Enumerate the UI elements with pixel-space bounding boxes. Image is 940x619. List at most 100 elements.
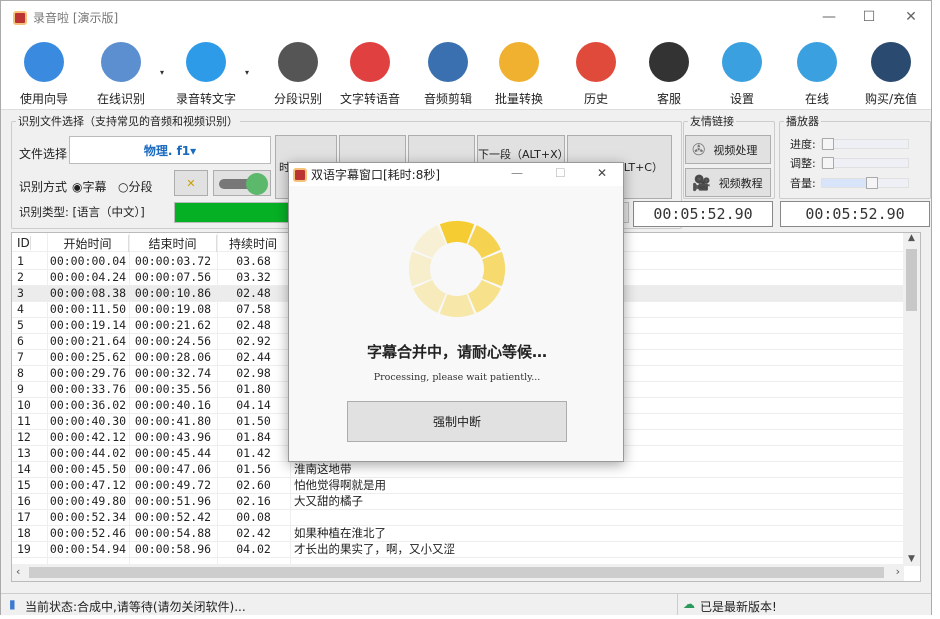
scroll-thumb[interactable] (906, 249, 917, 311)
scissors-icon (428, 42, 468, 82)
table-cell: 02.48 (236, 318, 271, 332)
table-cell: 19 (17, 542, 31, 556)
column-header: 开始时间 (47, 234, 129, 252)
table-cell: 00:00:40.30 (49, 414, 127, 428)
maximize-button[interactable]: ☐ (859, 9, 879, 25)
toolbar-button-11[interactable]: 在线 (782, 38, 852, 107)
status-text: 当前状态:合成中,请等待(请勿关闭软件)... (25, 600, 246, 614)
table-row[interactable]: 17 00:00:52.34 00:00:52.42 00.08 (12, 509, 904, 526)
video-process-label: 视频处理 (713, 143, 758, 157)
title-bar: 录音啦 [演示版] — ☐ ✕ (1, 1, 931, 34)
file-select-label: 文件选择 (19, 147, 68, 161)
dialog-maximize-button[interactable]: ☐ (555, 166, 566, 180)
toolbar-label: 音频剪辑 (423, 92, 472, 106)
table-cell: 02.16 (236, 494, 271, 508)
scroll-left-icon[interactable]: ‹ (16, 565, 20, 578)
table-cell: 才长出的果实了，啊，又小又涩 (294, 542, 455, 556)
dialog-title: 双语字幕窗口[耗时:8秒] (311, 168, 441, 182)
dropdown-arrow-icon[interactable]: ▾ (160, 68, 164, 77)
toolbar-button-8[interactable]: 历史 (561, 38, 631, 107)
toolbar-label: 客服 (656, 92, 681, 106)
table-row[interactable]: 15 00:00:47.12 00:00:49.72 02.60 怕他觉得啊就是用 (12, 477, 904, 494)
cloud-icon: ☁ (683, 597, 695, 611)
table-cell: 01.42 (236, 446, 271, 460)
video-tutorial-button[interactable]: 🎥 视频教程 (685, 168, 771, 197)
window-title: 录音啦 [演示版] (33, 11, 119, 25)
table-cell: 00:00:49.72 (134, 478, 212, 492)
microphone-icon (101, 42, 141, 82)
table-cell: 00:00:47.12 (49, 478, 127, 492)
table-row[interactable]: 16 00:00:49.80 00:00:51.96 02.16 大又甜的橘子 (12, 493, 904, 510)
toolbar-button-10[interactable]: 设置 (707, 38, 777, 107)
dollar-icon (871, 42, 911, 82)
type-label: 识别类型: [语言（中文）] (19, 204, 145, 220)
force-abort-button[interactable]: 强制中断 (347, 401, 567, 442)
table-cell: 12 (17, 430, 31, 444)
slider-thumb[interactable] (822, 157, 834, 169)
dropdown-arrow-icon[interactable]: ▾ (245, 68, 249, 77)
file-select-dropdown[interactable]: 物理. f1▾ (69, 136, 271, 164)
slider-thumb[interactable] (822, 138, 834, 150)
toolbar-label: 购买/充值 (864, 92, 918, 106)
scroll-up-icon[interactable]: ▲ (903, 233, 920, 243)
scroll-down-icon[interactable]: ▼ (903, 554, 920, 564)
toolbar-button-5[interactable]: 文字转语音 (335, 38, 405, 107)
slider-thumb[interactable] (866, 177, 879, 189)
minimize-button[interactable]: — (819, 9, 839, 25)
table-cell: 00:00:44.02 (49, 446, 127, 460)
toolbar-button-3[interactable]: 录音转文字 (171, 38, 241, 107)
progress-slider[interactable] (821, 138, 909, 150)
table-cell: 16 (17, 494, 31, 508)
table-cell: 15 (17, 478, 31, 492)
toolbar-label: 设置 (729, 92, 754, 106)
navigation-arrow-icon (24, 42, 64, 82)
table-cell: 00:00:52.42 (134, 510, 212, 524)
dialog-minimize-button[interactable]: — (511, 166, 523, 180)
hscroll-thumb[interactable] (29, 567, 884, 578)
table-row[interactable]: 18 00:00:52.46 00:00:54.88 02.42 如果种植在淮北了 (12, 525, 904, 542)
toolbar-button-12[interactable]: 购买/充值 (856, 38, 926, 107)
table-cell: 00:00:45.50 (49, 462, 127, 476)
close-button[interactable]: ✕ (901, 9, 921, 25)
toolbar-button-9[interactable]: 客服 (634, 38, 704, 107)
video-process-button[interactable]: ✇ 视频处理 (685, 135, 771, 164)
toolbar-label: 文字转语音 (339, 92, 400, 106)
mode-radio-segment[interactable]: ○分段 (118, 178, 153, 195)
radio-label: 字幕 (82, 180, 107, 194)
table-cell: 00:00:04.24 (49, 270, 127, 284)
dialog-close-button[interactable]: ✕ (597, 166, 607, 180)
table-cell: 04.02 (236, 542, 271, 556)
table-cell: 00:00:35.56 (134, 382, 212, 396)
scroll-right-icon[interactable]: › (896, 565, 900, 578)
table-cell: 04.14 (236, 398, 271, 412)
megaphone-icon (350, 42, 390, 82)
table-cell: 8 (17, 366, 24, 380)
toolbar-button-2[interactable]: 在线识别 (86, 38, 156, 107)
table-cell: 00:00:43.96 (134, 430, 212, 444)
table-cell: 大又甜的橘子 (294, 494, 363, 508)
toolbar-button-1[interactable]: 使用向导 (9, 38, 79, 107)
adjust-slider[interactable] (821, 157, 909, 169)
spinner-segment (409, 251, 432, 287)
table-row[interactable]: 19 00:00:54.94 00:00:58.96 04.02 才长出的果实了，啊，又… (12, 541, 904, 558)
toolbar-button-7[interactable]: 批量转换 (484, 38, 554, 107)
toolbar-label: 在线识别 (96, 92, 145, 106)
table-cell: 07.58 (236, 302, 271, 316)
table-cell: 00:00:51.96 (134, 494, 212, 508)
table-cell: 淮南这地带 (294, 462, 352, 476)
volume-slider[interactable] (821, 177, 909, 189)
table-cell: 00:00:19.14 (49, 318, 127, 332)
table-row[interactable]: 14 00:00:45.50 00:00:47.06 01.56 淮南这地带 (12, 461, 904, 478)
toolbar-button-4[interactable]: 分段识别 (263, 38, 333, 107)
table-cell: 3 (17, 286, 24, 300)
table-cell: 4 (17, 302, 24, 316)
toggle-switch[interactable] (213, 170, 271, 196)
vertical-scrollbar[interactable]: ▲ ▼ (903, 233, 920, 566)
version-status: 已是最新版本! (700, 600, 777, 614)
mode-radio-subtitle[interactable]: ◉字幕 (72, 178, 107, 195)
table-cell: 02.60 (236, 478, 271, 492)
toolbar-button-6[interactable]: 音频剪辑 (413, 38, 483, 107)
adjust-label: 调整: (790, 157, 816, 170)
tools-button[interactable]: ✕ (174, 170, 208, 196)
horizontal-scrollbar[interactable]: ‹ › (12, 564, 904, 581)
